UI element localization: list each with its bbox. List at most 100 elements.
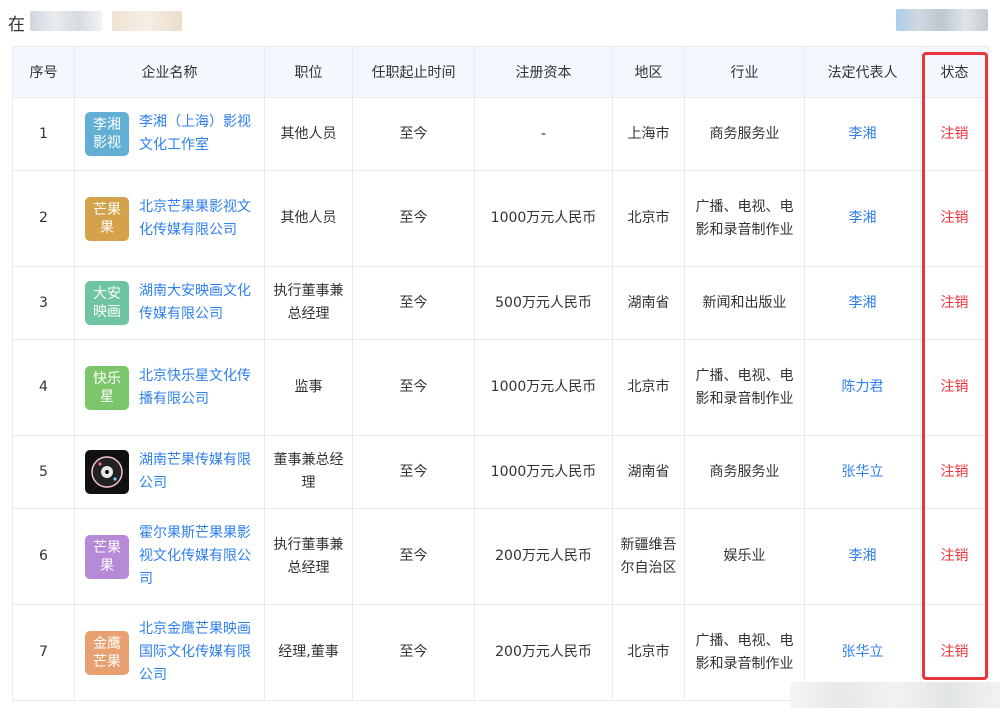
cell-region: 北京市 <box>612 339 685 436</box>
cell-company: 芒果果 北京芒果果影视文化传媒有限公司 <box>74 170 265 267</box>
cell-industry: 娱乐业 <box>684 508 805 605</box>
cell-industry: 商务服务业 <box>684 435 805 509</box>
col-header-region[interactable]: 地区 <box>612 46 685 98</box>
company-link[interactable]: 湖南芒果传媒有限公司 <box>139 449 258 495</box>
blurred-title-text <box>30 11 102 31</box>
cell-legal-rep: 李湘 <box>804 266 921 340</box>
cell-capital: 1000万元人民币 <box>474 170 613 267</box>
cell-position: 其他人员 <box>264 170 353 267</box>
cell-index: 5 <box>12 435 75 509</box>
cell-industry: 新闻和出版业 <box>684 266 805 340</box>
cell-index: 6 <box>12 508 75 605</box>
cell-index: 7 <box>12 604 75 701</box>
status-badge: 注销 <box>940 210 969 226</box>
col-header-industry[interactable]: 行业 <box>684 46 805 98</box>
table-row[interactable]: 6 芒果果 霍尔果斯芒果果影视文化传媒有限公司 执行董事兼总经理 至今 200万元人民币新… <box>12 508 989 605</box>
cell-period: 至今 <box>352 508 475 605</box>
cell-industry: 广播、电视、电影和录音制作业 <box>684 339 805 436</box>
cell-company: 湖南芒果传媒有限公司 <box>74 435 265 509</box>
cell-index: 1 <box>12 97 75 171</box>
page-title: 在 <box>8 15 25 35</box>
top-bar: 在 <box>0 0 1000 44</box>
legal-rep-link[interactable]: 张华立 <box>842 644 884 660</box>
cell-company: 快乐星 北京快乐星文化传播有限公司 <box>74 339 265 436</box>
table-row[interactable]: 4 快乐星 北京快乐星文化传播有限公司 监事 至今 1000万元人民币 北京市 广播、电视、电… <box>12 339 989 436</box>
company-link[interactable]: 李湘（上海）影视文化工作室 <box>139 111 258 157</box>
legal-rep-link[interactable]: 李湘 <box>849 126 877 142</box>
company-logo <box>85 450 129 494</box>
cell-capital: 1000万元人民币 <box>474 339 613 436</box>
table-row[interactable]: 2 芒果果 北京芒果果影视文化传媒有限公司 其他人员 至今 1000万元人民币 北京市 广播、… <box>12 170 989 267</box>
company-link[interactable]: 北京芒果果影视文化传媒有限公司 <box>139 196 258 242</box>
cell-index: 4 <box>12 339 75 436</box>
legal-rep-link[interactable]: 李湘 <box>849 210 877 226</box>
cell-region: 湖南省 <box>612 266 685 340</box>
company-link[interactable]: 北京金鹰芒果映画国际文化传媒有限公司 <box>139 618 258 687</box>
cell-capital: 200万元人民币 <box>474 604 613 701</box>
company-logo: 芒果果 <box>85 196 129 241</box>
table-row[interactable]: 5 湖南芒果传媒有限公司 董事兼总经理 至今 1000万元人民币 湖南省 商务服务业 张华立 注… <box>12 435 989 509</box>
cell-position: 监事 <box>264 339 353 436</box>
company-link[interactable]: 北京快乐星文化传播有限公司 <box>139 365 258 411</box>
legal-rep-link[interactable]: 陈力君 <box>842 379 884 395</box>
cell-period: 至今 <box>352 266 475 340</box>
blurred-controls <box>896 9 988 31</box>
cell-capital: 1000万元人民币 <box>474 435 613 509</box>
col-header-legal-rep[interactable]: 法定代表人 <box>804 46 921 98</box>
cell-region: 上海市 <box>612 97 685 171</box>
table-row[interactable]: 1 李湘影视 李湘（上海）影视文化工作室 其他人员 至今 - 上海市 商务服务业 李湘 注销 <box>12 97 989 171</box>
cell-index: 3 <box>12 266 75 340</box>
cell-industry: 商务服务业 <box>684 97 805 171</box>
col-header-company[interactable]: 企业名称 <box>74 46 265 98</box>
legal-rep-link[interactable]: 李湘 <box>849 295 877 311</box>
status-badge: 注销 <box>940 125 969 142</box>
legal-rep-link[interactable]: 李湘 <box>849 548 877 564</box>
cell-status: 注销 <box>920 339 989 436</box>
cell-position: 执行董事兼总经理 <box>264 266 353 340</box>
cell-status: 注销 <box>920 508 989 605</box>
company-logo: 芒果果 <box>85 534 129 579</box>
cell-position: 经理,董事 <box>264 604 353 701</box>
col-header-status[interactable]: 状态 <box>920 46 989 98</box>
cell-company: 大安映画 湖南大安映画文化传媒有限公司 <box>74 266 265 340</box>
cell-period: 至今 <box>352 170 475 267</box>
company-logo: 快乐星 <box>85 365 129 410</box>
cell-status: 注销 <box>920 435 989 509</box>
cell-period: 至今 <box>352 97 475 171</box>
company-logo: 大安映画 <box>85 281 129 325</box>
cell-status: 注销 <box>920 170 989 267</box>
cell-capital: - <box>474 97 613 171</box>
col-header-capital[interactable]: 注册资本 <box>474 46 613 98</box>
cell-position: 执行董事兼总经理 <box>264 508 353 605</box>
disc-icon <box>91 456 123 488</box>
cell-legal-rep: 李湘 <box>804 508 921 605</box>
cell-index: 2 <box>12 170 75 267</box>
legal-rep-link[interactable]: 张华立 <box>842 464 884 480</box>
table-header-row: 序号 企业名称 职位 任职起止时间 注册资本 地区 行业 法定代表人 状态 <box>12 46 989 98</box>
cell-industry: 广播、电视、电影和录音制作业 <box>684 604 805 701</box>
cell-capital: 200万元人民币 <box>474 508 613 605</box>
cell-company: 金鹰芒果 北京金鹰芒果映画国际文化传媒有限公司 <box>74 604 265 701</box>
cell-legal-rep: 张华立 <box>804 435 921 509</box>
cell-legal-rep: 陈力君 <box>804 339 921 436</box>
col-header-period[interactable]: 任职起止时间 <box>352 46 475 98</box>
cell-region: 北京市 <box>612 170 685 267</box>
status-badge: 注销 <box>940 548 969 564</box>
status-badge: 注销 <box>940 294 969 311</box>
table-row[interactable]: 3 大安映画 湖南大安映画文化传媒有限公司 执行董事兼总经理 至今 500万元人民币 湖南省… <box>12 266 989 340</box>
blurred-title-text <box>112 11 182 31</box>
cell-company: 芒果果 霍尔果斯芒果果影视文化传媒有限公司 <box>74 508 265 605</box>
company-link[interactable]: 湖南大安映画文化传媒有限公司 <box>139 280 258 326</box>
cell-company: 李湘影视 李湘（上海）影视文化工作室 <box>74 97 265 171</box>
company-link[interactable]: 霍尔果斯芒果果影视文化传媒有限公司 <box>139 522 258 591</box>
cell-region: 新疆维吾尔自治区 <box>612 508 685 605</box>
company-table: 序号 企业名称 职位 任职起止时间 注册资本 地区 行业 法定代表人 状态 1李… <box>12 46 989 701</box>
cell-legal-rep: 李湘 <box>804 97 921 171</box>
col-header-position[interactable]: 职位 <box>264 46 353 98</box>
cell-capital: 500万元人民币 <box>474 266 613 340</box>
cell-industry: 广播、电视、电影和录音制作业 <box>684 170 805 267</box>
cell-legal-rep: 李湘 <box>804 170 921 267</box>
col-header-index[interactable]: 序号 <box>12 46 75 98</box>
status-badge: 注销 <box>940 644 969 660</box>
company-logo: 金鹰芒果 <box>85 630 129 675</box>
